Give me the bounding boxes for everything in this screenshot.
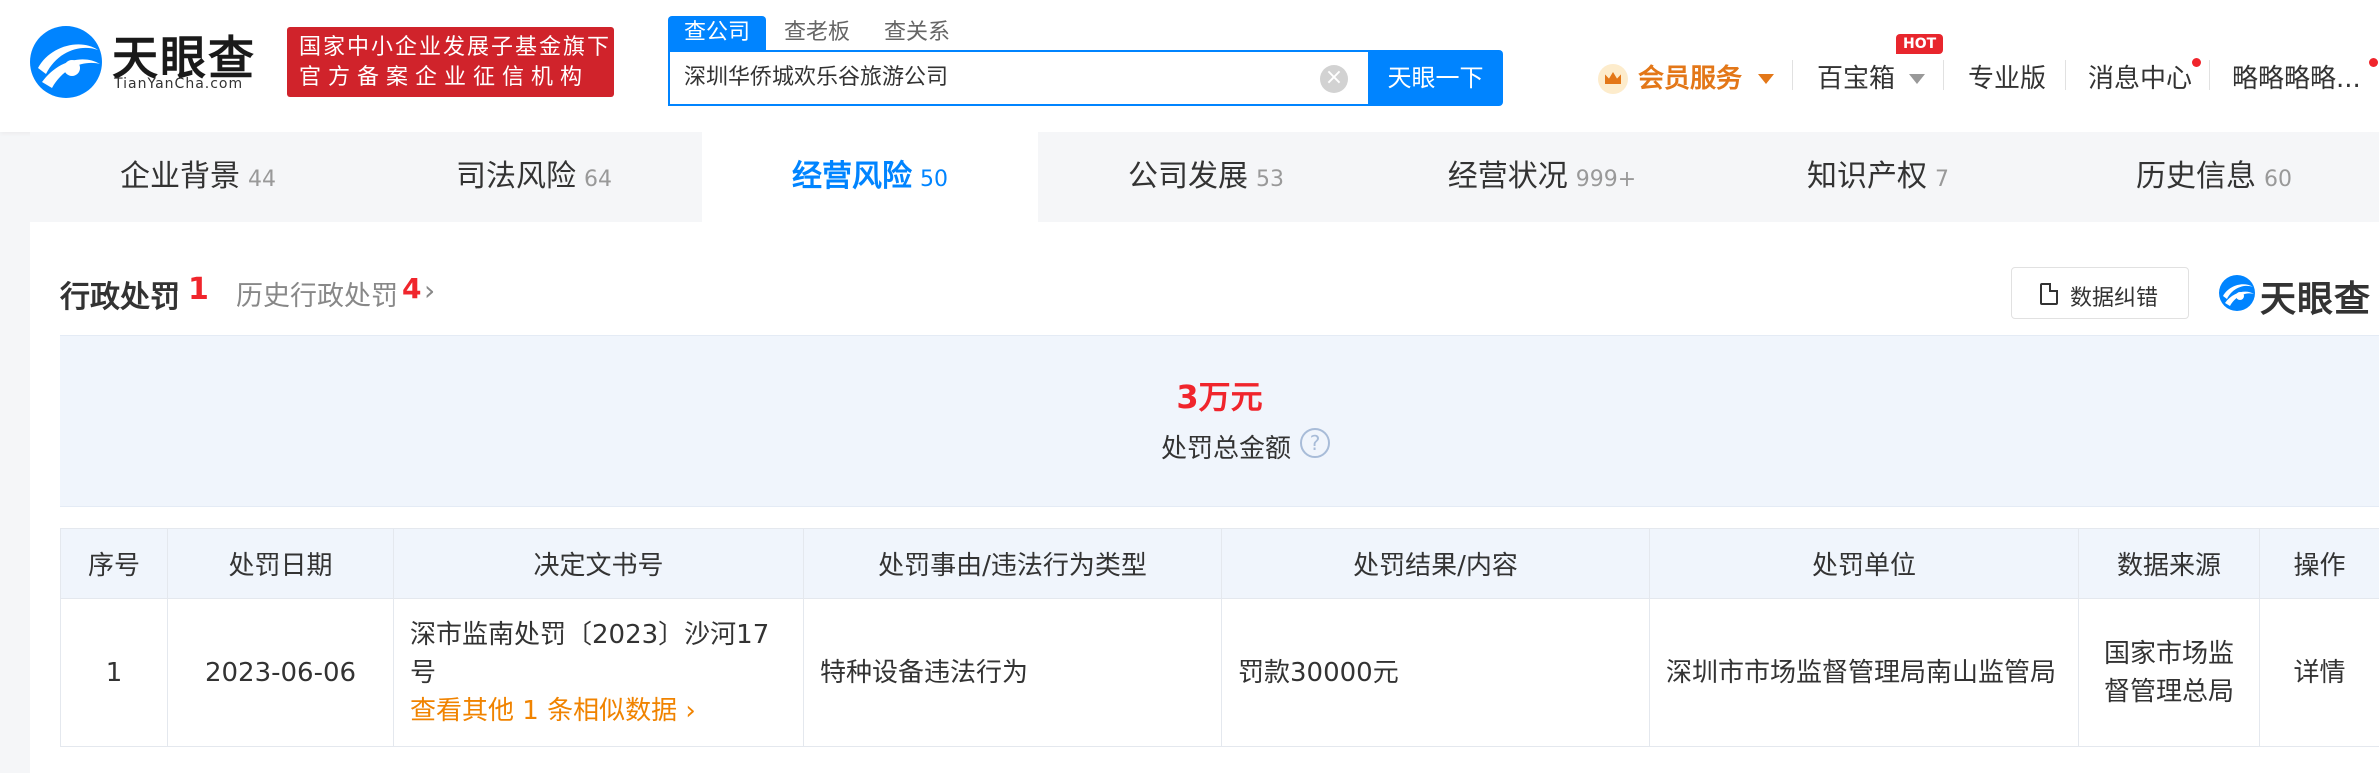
tab-count: 999+ — [1575, 167, 1637, 192]
col-header-index: 序号 — [60, 528, 168, 599]
tab-operating-risk[interactable]: 经营风险 50 — [702, 132, 1038, 222]
tab-history-info[interactable]: 历史信息 60 — [2046, 132, 2379, 222]
divider — [1792, 60, 1793, 90]
col-header-reason: 处罚事由/违法行为类型 — [803, 528, 1222, 599]
tab-search-company[interactable]: 查公司 — [668, 16, 767, 50]
badge-line-1: 国家中小企业发展子基金旗下 — [299, 35, 612, 60]
search-button[interactable]: 天眼一下 — [1368, 50, 1503, 106]
tab-label: 企业背景 — [120, 159, 240, 194]
divider — [2065, 60, 2066, 90]
history-penalty-link[interactable]: 历史行政处罚 — [236, 274, 398, 313]
top-header: 天眼查 TianYanCha.com 国家中小企业发展子基金旗下 官方备案企业征… — [0, 0, 2379, 132]
vip-service-menu[interactable]: 会员服务 — [1638, 58, 1742, 95]
cell-source: 国家市场监督管理总局 — [2078, 598, 2260, 747]
tab-count: 44 — [248, 167, 276, 192]
col-header-action: 操作 — [2259, 528, 2379, 599]
category-tabs: 企业背景 44 司法风险 64 经营风险 50 公司发展 53 经营状况 999+ 知识产… — [30, 132, 2379, 222]
brand-domain: TianYanCha.com — [114, 76, 244, 92]
tab-enterprise-background[interactable]: 企业背景 44 — [30, 132, 366, 222]
badge-line-2: 官方备案企业征信机构 — [299, 65, 590, 90]
table-header-row: 序号 处罚日期 决定文书号 处罚事由/违法行为类型 处罚结果/内容 处罚单位 数… — [60, 528, 2379, 599]
cell-index: 1 — [60, 598, 168, 747]
tab-operating-status[interactable]: 经营状况 999+ — [1374, 132, 1710, 222]
tianyancha-watermark: 天眼查 — [2218, 268, 2378, 320]
data-correction-button[interactable]: 数据纠错 — [2011, 267, 2189, 319]
tab-count: 53 — [1256, 167, 1284, 192]
search-box[interactable]: 深圳华侨城欢乐谷旅游公司 × — [668, 50, 1368, 106]
tab-label: 经营状况 — [1447, 159, 1568, 194]
tab-search-boss[interactable]: 查老板 — [768, 16, 866, 50]
history-penalty-count[interactable]: 4 — [402, 272, 421, 305]
notification-dot — [2192, 58, 2201, 67]
tab-label: 司法风险 — [456, 159, 576, 194]
message-center-link[interactable]: 消息中心 — [2088, 58, 2192, 95]
tab-label: 历史信息 — [2136, 159, 2256, 194]
detail-link[interactable]: 详情 — [2259, 598, 2379, 747]
user-menu[interactable]: 略略略略... — [2232, 58, 2361, 95]
tab-judicial-risk[interactable]: 司法风险 64 — [366, 132, 702, 222]
cell-date: 2023-06-06 — [167, 598, 394, 747]
divider — [1943, 60, 1944, 90]
tab-intellectual-property[interactable]: 知识产权 7 — [1710, 132, 2046, 222]
chevron-down-icon — [1909, 74, 1925, 84]
tab-search-relation[interactable]: 查关系 — [868, 16, 966, 50]
doc-number: 深市监南处罚〔2023〕沙河17号 — [410, 619, 770, 688]
total-penalty-amount: 3万元 — [1176, 378, 1263, 416]
cell-result: 罚款30000元 — [1221, 598, 1650, 747]
tab-label: 知识产权 — [1807, 159, 1927, 194]
tab-count: 60 — [2264, 167, 2292, 192]
section-title: 行政处罚 — [60, 280, 180, 315]
similar-data-label: 查看其他 1 条相似数据 — [410, 695, 678, 726]
total-penalty-label: 处罚总金额 — [1161, 434, 1292, 464]
certification-badge: 国家中小企业发展子基金旗下 官方备案企业征信机构 — [287, 27, 614, 97]
tianyancha-eye-icon — [2219, 275, 2255, 311]
cell-doc-no: 深市监南处罚〔2023〕沙河17号 查看其他 1 条相似数据 › — [393, 598, 804, 747]
pro-version-link[interactable]: 专业版 — [1968, 58, 2046, 95]
tab-label: 公司发展 — [1128, 159, 1248, 194]
penalty-table: 序号 处罚日期 决定文书号 处罚事由/违法行为类型 处罚结果/内容 处罚单位 数… — [60, 528, 2379, 747]
search-input[interactable]: 深圳华侨城欢乐谷旅游公司 — [684, 52, 948, 104]
help-icon[interactable]: ? — [1300, 428, 1330, 458]
chevron-right-icon: › — [685, 695, 696, 726]
tab-count: 7 — [1935, 167, 1949, 192]
clear-icon[interactable]: × — [1320, 65, 1348, 93]
watermark-text: 天眼查 — [2260, 279, 2372, 320]
admin-penalty-panel: 行政处罚 1 历史行政处罚 4 › 数据纠错 天眼查 3万元 处罚总金额 ? 序… — [30, 222, 2379, 773]
similar-data-link[interactable]: 查看其他 1 条相似数据 › — [410, 692, 787, 730]
search-type-tabs: 查公司 查老板 查关系 — [668, 16, 968, 50]
toolbox-menu[interactable]: 百宝箱 — [1817, 58, 1895, 95]
notification-dot — [2369, 58, 2378, 67]
cell-reason: 特种设备违法行为 — [803, 598, 1222, 747]
penalty-summary: 3万元 处罚总金额 ? — [60, 335, 2379, 507]
hot-badge: HOT — [1896, 34, 1944, 54]
tianyancha-logo[interactable]: 天眼查 TianYanCha.com — [28, 22, 268, 102]
section-count: 1 — [188, 272, 209, 307]
chevron-right-icon[interactable]: › — [424, 274, 435, 307]
col-header-date: 处罚日期 — [167, 528, 394, 599]
col-header-unit: 处罚单位 — [1649, 528, 2079, 599]
tab-label: 经营风险 — [792, 159, 912, 194]
divider — [2209, 60, 2210, 90]
table-row: 1 2023-06-06 深市监南处罚〔2023〕沙河17号 查看其他 1 条相… — [60, 598, 2379, 747]
tab-count: 64 — [584, 167, 612, 192]
tab-company-development[interactable]: 公司发展 53 — [1038, 132, 1374, 222]
col-header-source: 数据来源 — [2078, 528, 2260, 599]
col-header-doc-no: 决定文书号 — [393, 528, 804, 599]
cell-unit: 深圳市市场监督管理局南山监管局 — [1649, 598, 2079, 747]
crown-icon — [1598, 64, 1628, 94]
document-icon — [2040, 283, 2058, 305]
col-header-result: 处罚结果/内容 — [1221, 528, 1650, 599]
tianyancha-eye-icon — [30, 26, 102, 98]
tab-count: 50 — [920, 167, 948, 192]
data-correction-label: 数据纠错 — [2070, 286, 2159, 311]
chevron-down-icon — [1758, 74, 1774, 84]
